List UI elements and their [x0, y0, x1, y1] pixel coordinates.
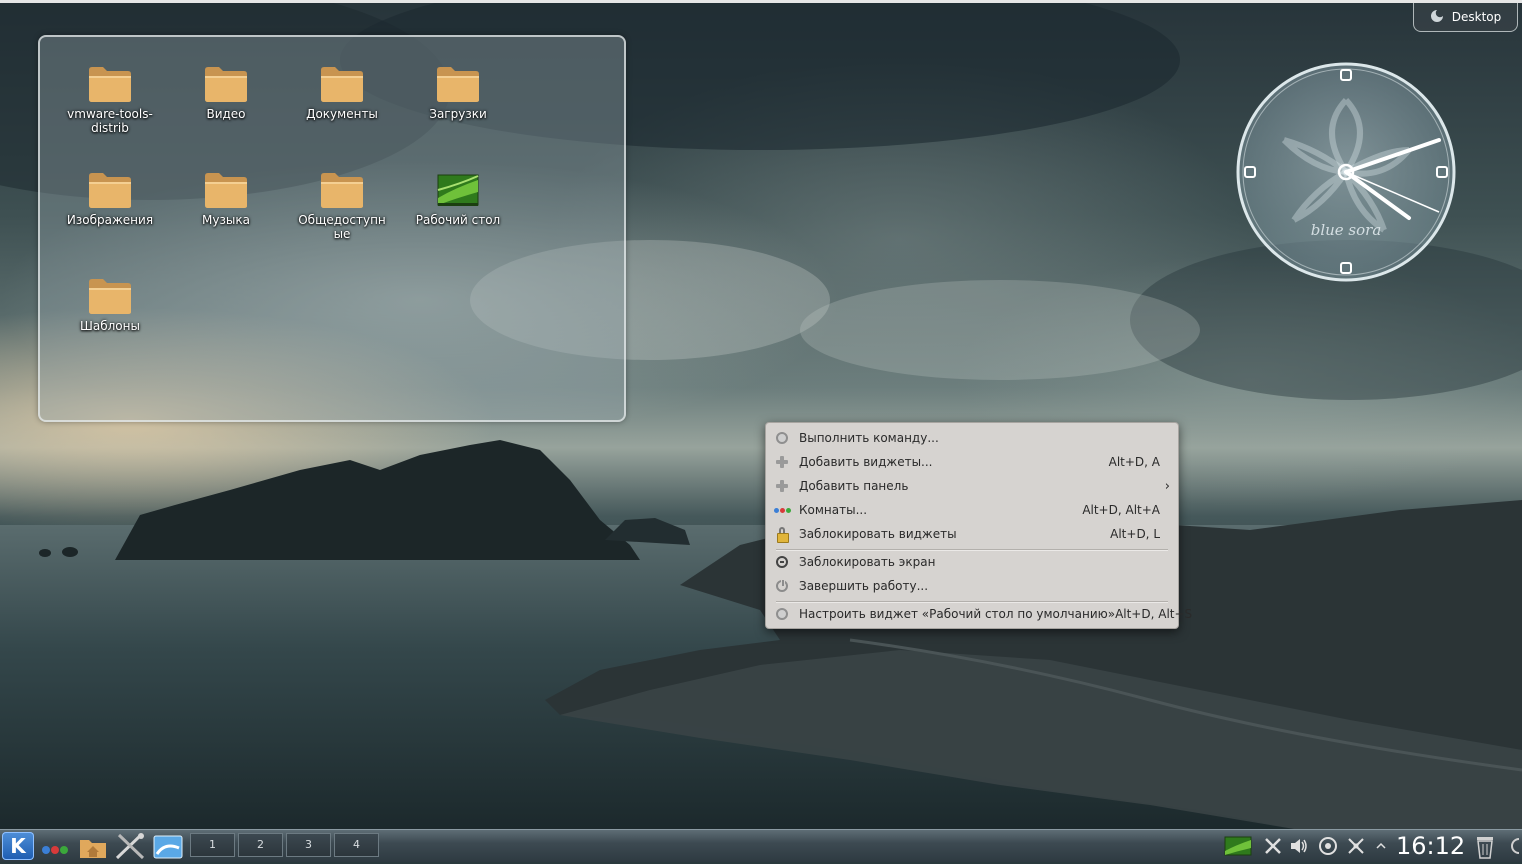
configure-icon [774, 606, 790, 622]
analog-clock-widget[interactable]: blue sora [1234, 60, 1458, 284]
trash-icon[interactable] [1474, 834, 1496, 860]
menu-item-label: Комнаты... [799, 503, 868, 517]
pager-desktop-1[interactable]: 1 [190, 833, 235, 857]
power-icon [774, 578, 790, 594]
menu-item-label: Завершить работу... [799, 579, 929, 593]
folder-icon [87, 64, 133, 104]
toolbox-label: Desktop [1451, 10, 1502, 24]
menu-item-label: Настроить виджет «Рабочий стол по умолча… [799, 607, 1116, 621]
network-icon[interactable] [1346, 836, 1366, 856]
show-desktop-icon[interactable] [1224, 836, 1252, 856]
icon-label: Изображения [66, 213, 154, 227]
desktop-toolbox-button[interactable]: Desktop [1413, 3, 1518, 32]
menu-item-label: Выполнить команду... [799, 431, 939, 445]
top-edge [0, 0, 1522, 3]
submenu-arrow-icon: › [1164, 478, 1170, 494]
desktop-icon-vmware-tools-distrib[interactable]: vmware-tools-distrib [52, 64, 168, 135]
icon-label: Загрузки [429, 107, 487, 121]
disc-icon[interactable] [1318, 836, 1338, 856]
folder-icon [87, 276, 133, 316]
system-settings-button[interactable] [113, 832, 147, 860]
cashew-icon [1430, 8, 1444, 27]
lock-screen-icon [774, 554, 790, 570]
menu-item-lock-screen[interactable]: Заблокировать экран [770, 550, 1174, 574]
menu-item-activities[interactable]: Комнаты... Alt+D, Alt+A [770, 498, 1174, 522]
menu-item-label: Заблокировать виджеты [799, 527, 957, 541]
menu-item-shortcut: Alt+D, Alt+S [1115, 607, 1193, 621]
menu-item-add-widgets[interactable]: Добавить виджеты... Alt+D, A [770, 450, 1174, 474]
desktop-icon-music[interactable]: Музыка [168, 170, 284, 227]
desktop-icon-public[interactable]: Общедоступные [284, 170, 400, 241]
digital-clock[interactable]: 16:12 [1396, 832, 1465, 860]
menu-item-lock-widgets[interactable]: Заблокировать виджеты Alt+D, L [770, 522, 1174, 546]
folder-icon [203, 64, 249, 104]
tray-expand-arrow-icon[interactable] [1374, 836, 1388, 856]
home-folder-button[interactable] [77, 832, 109, 860]
activities-icon [42, 846, 68, 854]
icon-label: Шаблоны [80, 319, 140, 333]
desktop-icon-templates[interactable]: Шаблоны [52, 276, 168, 333]
add-widgets-icon [774, 454, 790, 470]
application-launcher-button[interactable]: K [2, 832, 34, 860]
icon-label: Видео [206, 107, 246, 121]
icon-label: vmware-tools-distrib [67, 107, 153, 135]
menu-item-configure-desktop[interactable]: Настроить виджет «Рабочий стол по умолча… [770, 602, 1192, 626]
icon-label: Музыка [202, 213, 250, 227]
tools-tray-icon[interactable] [1263, 836, 1283, 856]
folder-icon [87, 170, 133, 210]
folder-view-widget[interactable]: vmware-tools-distrib Видео Документы Заг… [38, 35, 626, 422]
run-command-icon [774, 430, 790, 446]
desktop-icon-desktop[interactable]: Рабочий стол [400, 170, 516, 227]
desktop-icon-video[interactable]: Видео [168, 64, 284, 121]
lock-icon [774, 526, 790, 543]
kde-logo-icon: K [10, 834, 26, 858]
home-folder-icon [80, 840, 106, 858]
panel-toolbox-icon[interactable] [1505, 836, 1521, 856]
folder-icon [203, 170, 249, 210]
folder-icon [435, 64, 481, 104]
icon-label: Документы [306, 107, 378, 121]
desktop-context-menu: Выполнить команду... Добавить виджеты...… [765, 422, 1192, 629]
menu-item-shortcut: Alt+D, L [1110, 527, 1160, 541]
desktop-icon-pictures[interactable]: Изображения [52, 170, 168, 227]
desktop-folder-icon [435, 170, 481, 210]
menu-item-shutdown[interactable]: Завершить работу... [770, 574, 1174, 598]
menu-item-shortcut: Alt+D, Alt+A [1082, 503, 1160, 517]
menu-item-label: Добавить панель [799, 479, 909, 493]
clock-face: blue sora [1236, 62, 1456, 282]
menu-item-label: Добавить виджеты... [799, 455, 933, 469]
activities-icon [774, 502, 791, 518]
bottom-panel: K 1 2 3 4 16:12 [0, 829, 1522, 862]
volume-icon[interactable] [1289, 836, 1309, 856]
pager-desktop-2[interactable]: 2 [238, 833, 283, 857]
clock-brand-label: blue sora [1311, 221, 1382, 239]
browser-icon [153, 835, 183, 859]
add-panel-icon [774, 478, 790, 494]
folder-icon [319, 170, 365, 210]
dolphin-browser-button[interactable] [151, 832, 185, 860]
activities-button[interactable] [39, 832, 73, 860]
pager-desktop-3[interactable]: 3 [286, 833, 331, 857]
menu-item-label: Заблокировать экран [799, 555, 936, 569]
icon-label: Общедоступные [298, 213, 386, 241]
menu-item-run-command[interactable]: Выполнить команду... [770, 426, 1174, 450]
folder-icon [319, 64, 365, 104]
menu-item-shortcut: Alt+D, A [1108, 455, 1160, 469]
tools-icon [115, 833, 145, 860]
menu-item-add-panel[interactable]: Добавить панель › [770, 474, 1174, 498]
desktop-icon-documents[interactable]: Документы [284, 64, 400, 121]
desktop-icon-downloads[interactable]: Загрузки [400, 64, 516, 121]
icon-label: Рабочий стол [415, 213, 501, 227]
pager-desktop-4[interactable]: 4 [334, 833, 379, 857]
